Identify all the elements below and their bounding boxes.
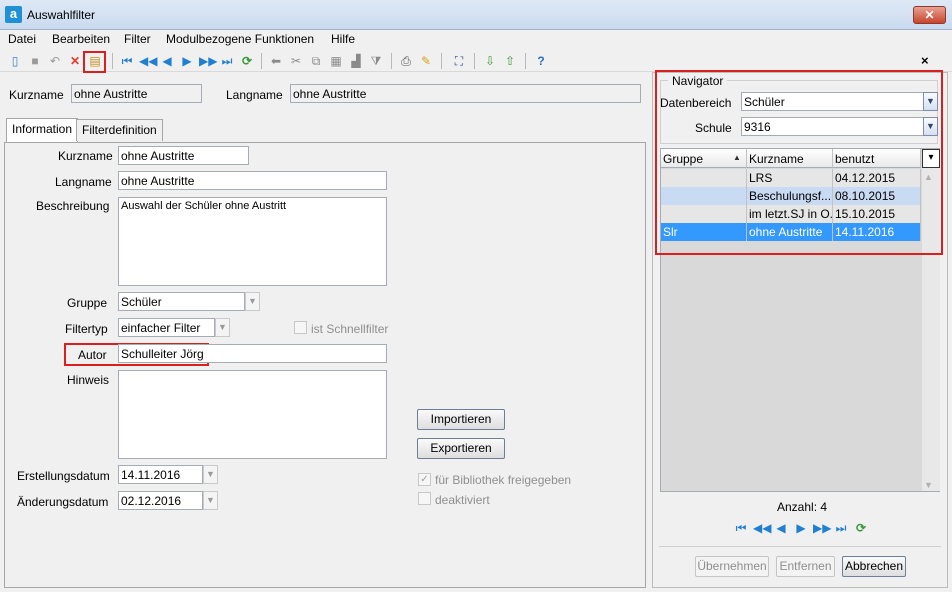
langname-field[interactable]: ohne Austritte (118, 171, 387, 190)
beschreibung-textarea[interactable]: Auswahl der Schüler ohne Austritt (118, 197, 387, 286)
toolbar-separator (441, 53, 442, 69)
kurzname-label: Kurzname (58, 149, 113, 163)
erstellungsdatum-label: Erstellungsdatum (17, 469, 110, 483)
schnellfilter-label: ist Schnellfilter (311, 322, 389, 336)
import-icon[interactable]: ⇩ (482, 53, 498, 69)
title-bar (0, 0, 952, 30)
export-icon[interactable]: ⇧ (502, 53, 518, 69)
filtertyp-select[interactable]: einfacher Filter (118, 318, 215, 337)
import-button[interactable]: Importieren (417, 409, 505, 430)
panel-close-icon[interactable]: × (921, 53, 929, 68)
toolbar-separator (261, 53, 262, 69)
kurzname-field[interactable]: ohne Austritte (118, 146, 249, 165)
first-icon[interactable]: ⏮ (733, 520, 749, 536)
menu-hilfe[interactable]: Hilfe (331, 32, 355, 46)
tab-filterdefinition[interactable]: Filterdefinition (76, 119, 163, 141)
navigator-highlight (655, 70, 943, 255)
prev-page-icon[interactable]: ◀◀ (753, 520, 771, 536)
autor-field[interactable]: Schulleiter Jörg (118, 344, 387, 363)
bibliothek-checkbox[interactable]: ✓ (418, 473, 431, 486)
hinweis-label: Hinweis (67, 373, 110, 387)
back-arrow-icon[interactable]: ⬅ (268, 53, 284, 69)
deaktiviert-checkbox[interactable] (418, 492, 431, 505)
delete-icon[interactable]: ✕ (67, 53, 83, 69)
chevron-down-icon[interactable]: ▼ (203, 465, 218, 484)
next-page-icon[interactable]: ▶▶ (813, 520, 831, 536)
menu-filter[interactable]: Filter (124, 32, 151, 46)
header-langname-label: Langname (226, 88, 283, 102)
scroll-down-icon[interactable]: ▼ (924, 480, 933, 490)
save-icon[interactable]: ■ (27, 53, 43, 69)
gruppe-select[interactable]: Schüler (118, 292, 245, 311)
copy-icon[interactable]: ⧉ (308, 53, 324, 69)
first-icon[interactable]: ⏮ (119, 53, 135, 69)
autor-label: Autor (78, 348, 107, 362)
undo-icon[interactable]: ↶ (47, 53, 63, 69)
toolbar-separator (112, 53, 113, 69)
hinweis-textarea[interactable] (118, 370, 387, 459)
prev-icon[interactable]: ◀ (773, 520, 789, 536)
filter-edit-icon[interactable]: ▤ (87, 53, 103, 69)
help-icon[interactable]: ? (533, 53, 549, 69)
uebernehmen-button[interactable]: Übernehmen (695, 556, 769, 577)
entfernen-button[interactable]: Entfernen (776, 556, 835, 577)
last-icon[interactable]: ⏭ (833, 520, 849, 536)
beschreibung-label: Beschreibung (36, 199, 110, 213)
brush-icon[interactable]: ✎ (418, 53, 434, 69)
last-icon[interactable]: ⏭ (219, 53, 235, 69)
tab-information[interactable]: Information (6, 118, 79, 142)
bibliothek-label: für Bibliothek freigegeben (435, 473, 572, 487)
header-kurzname-label: Kurzname (9, 88, 64, 102)
next-icon[interactable]: ▶ (793, 520, 809, 536)
menu-modulbezogene-funktionen[interactable]: Modulbezogene Funktionen (166, 32, 314, 46)
chevron-down-icon[interactable]: ▼ (245, 292, 260, 311)
chevron-down-icon[interactable]: ▼ (203, 491, 218, 510)
window-close-button[interactable]: ✕ (913, 6, 946, 24)
chevron-down-icon[interactable]: ▼ (215, 318, 230, 337)
erstellungsdatum-field[interactable]: 14.11.2016 (118, 465, 203, 484)
toolbar-separator (474, 53, 475, 69)
aenderungsdatum-label: Änderungsdatum (17, 495, 109, 509)
divider (659, 546, 941, 547)
fit-icon[interactable]: ⛶ (451, 53, 467, 69)
menu-bearbeiten[interactable]: Bearbeiten (52, 32, 110, 46)
prev-icon[interactable]: ◀ (159, 53, 175, 69)
next-icon[interactable]: ▶ (179, 53, 195, 69)
refresh-icon[interactable]: ⟳ (239, 53, 255, 69)
gruppe-label: Gruppe (67, 296, 108, 310)
prev-page-icon[interactable]: ◀◀ (139, 53, 157, 69)
langname-label: Langname (55, 175, 112, 189)
toolbar-separator (525, 53, 526, 69)
print-icon[interactable]: ⎙ (398, 53, 414, 69)
app-icon: a (5, 6, 22, 23)
filter-icon[interactable]: ⧩ (368, 53, 384, 69)
cut-icon[interactable]: ✂ (288, 53, 304, 69)
aenderungsdatum-field[interactable]: 02.12.2016 (118, 491, 203, 510)
abbrechen-button[interactable]: Abbrechen (842, 556, 906, 577)
next-page-icon[interactable]: ▶▶ (199, 53, 217, 69)
filtertyp-label: Filtertyp (65, 322, 108, 336)
header-kurzname-field[interactable]: ohne Austritte (71, 84, 202, 103)
deaktiviert-label: deaktiviert (435, 493, 490, 507)
refresh-icon[interactable]: ⟳ (853, 520, 869, 536)
schnellfilter-checkbox[interactable] (294, 321, 307, 334)
toolbar-separator (391, 53, 392, 69)
new-icon[interactable]: ▯ (7, 53, 23, 69)
stamp-icon[interactable]: ▟ (348, 53, 364, 69)
export-button[interactable]: Exportieren (417, 438, 505, 459)
count-label: Anzahl: 4 (777, 500, 828, 514)
menu-datei[interactable]: Datei (8, 32, 36, 46)
paste-icon[interactable]: ▦ (328, 53, 344, 69)
header-langname-field[interactable]: ohne Austritte (290, 84, 641, 103)
window-title: Auswahlfilter (27, 8, 96, 22)
